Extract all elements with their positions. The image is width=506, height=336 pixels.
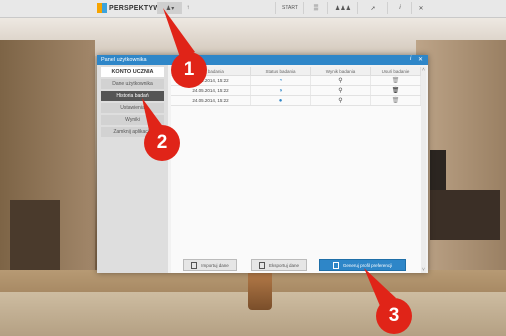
callout-3: 3 bbox=[376, 298, 412, 334]
callout-2: 2 bbox=[144, 125, 180, 161]
callout-1: 1 bbox=[171, 52, 207, 88]
callout-pointers bbox=[142, 8, 396, 306]
